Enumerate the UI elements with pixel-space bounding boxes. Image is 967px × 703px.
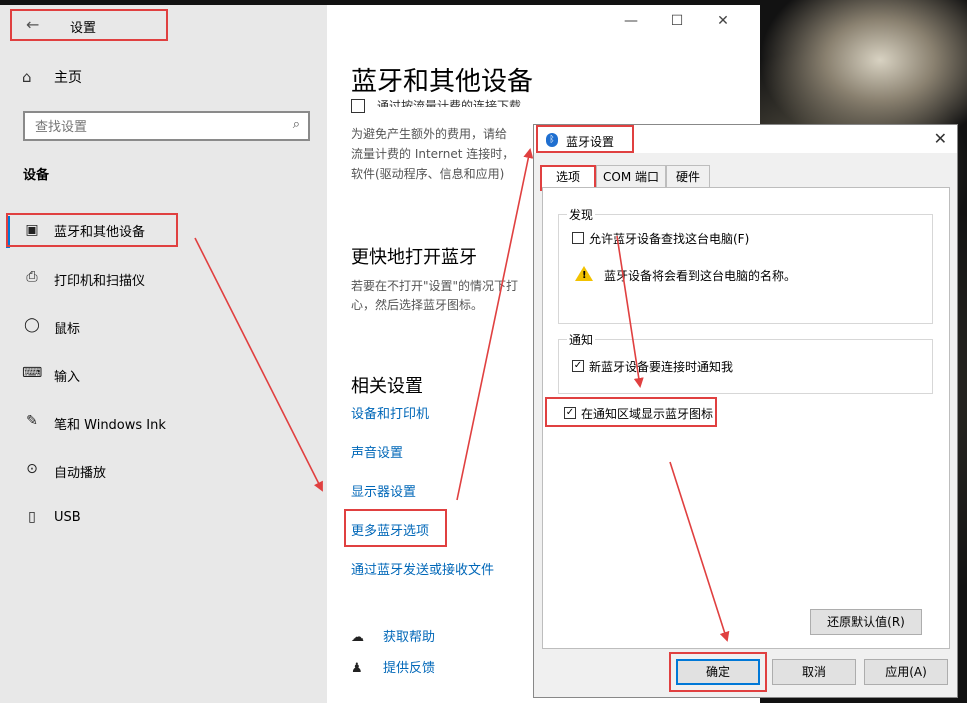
- sidebar-item-label: USB: [54, 510, 81, 525]
- sidebar-item-bluetooth[interactable]: ▣ 蓝牙和其他设备: [6, 213, 178, 247]
- pen-icon: ✎: [26, 413, 38, 429]
- sidebar-item-mouse[interactable]: ◯ 鼠标: [0, 310, 327, 344]
- sidebar-item-label: 鼠标: [54, 322, 81, 337]
- feedback-row[interactable]: ♟ 提供反馈: [351, 657, 435, 676]
- sidebar-item-typing[interactable]: ⌨ 输入: [0, 358, 327, 392]
- printer-icon: ⎙: [26, 269, 38, 285]
- metered-desc-line: 软件(驱动程序、信息和应用): [351, 167, 505, 181]
- restore-defaults-button[interactable]: 还原默认值(R): [810, 609, 922, 635]
- keyboard-icon: ⌨: [22, 365, 43, 381]
- notify-connect-label: 新蓝牙设备要连接时通知我: [589, 360, 734, 374]
- tab-com-ports[interactable]: COM 端口: [596, 165, 666, 187]
- home-label: 主页: [54, 70, 82, 86]
- back-arrow-icon[interactable]: ←: [26, 15, 39, 34]
- maximize-button[interactable]: ☐: [654, 13, 700, 29]
- titlebar-back-highlight: ← 设置: [10, 9, 168, 41]
- page-title: 蓝牙和其他设备: [351, 67, 534, 97]
- notify-connect-checkbox[interactable]: ✓: [572, 360, 584, 372]
- search-icon[interactable]: ⌕: [293, 117, 300, 132]
- bluetooth-devices-icon: ▣: [25, 222, 39, 238]
- link-display-settings[interactable]: 显示器设置: [351, 481, 416, 500]
- search-input[interactable]: [25, 113, 277, 141]
- sidebar-item-label: 打印机和扫描仪: [54, 274, 146, 289]
- window-controls: — ☐ ✕: [608, 13, 746, 29]
- discovery-group: 发现 允许蓝牙设备查找这台电脑(F) ! 蓝牙设备将会看到这台电脑的名称。: [558, 206, 933, 324]
- window-title: 设置: [70, 21, 97, 36]
- link-more-bluetooth-options[interactable]: 更多蓝牙选项: [351, 520, 429, 539]
- quick-desc-line: 若要在不打开"设置"的情况下打: [351, 279, 519, 293]
- search-box[interactable]: ⌕: [23, 111, 310, 141]
- feedback-icon: ♟: [351, 661, 363, 676]
- apply-button[interactable]: 应用(A): [864, 659, 948, 685]
- link-sound-settings[interactable]: 声音设置: [351, 442, 403, 461]
- tab-hardware[interactable]: 硬件: [666, 165, 710, 187]
- notify-group: 通知 ✓ 新蓝牙设备要连接时通知我: [558, 331, 933, 394]
- warning-text: 蓝牙设备将会看到这台电脑的名称。: [604, 269, 797, 283]
- section-label-devices: 设备: [23, 168, 50, 183]
- feedback-label: 提供反馈: [383, 661, 436, 676]
- get-help-row[interactable]: ☁ 获取帮助: [351, 626, 435, 645]
- tray-icon-highlight: [545, 397, 717, 427]
- minimize-button[interactable]: —: [608, 13, 654, 29]
- help-chat-icon: ☁: [351, 630, 364, 645]
- metered-desc-line: 流量计费的 Internet 连接时，: [351, 147, 515, 161]
- cancel-button[interactable]: 取消: [772, 659, 856, 685]
- sidebar-item-home[interactable]: ⌂ 主页: [22, 67, 82, 87]
- sidebar-item-label: 自动播放: [54, 466, 107, 481]
- sidebar-item-autoplay[interactable]: ⊙ 自动播放: [0, 454, 327, 488]
- sidebar-item-printers[interactable]: ⎙ 打印机和扫描仪: [0, 262, 327, 296]
- metered-desc-line: 为避免产生额外的费用，请给: [351, 127, 508, 141]
- bluetooth-icon: ᛒ: [546, 133, 558, 147]
- sidebar-item-pen[interactable]: ✎ 笔和 Windows Ink: [0, 406, 327, 440]
- dialog-title-highlight: ᛒ 蓝牙设置: [536, 125, 634, 153]
- usb-icon: ▯: [28, 509, 36, 525]
- get-help-label: 获取帮助: [383, 630, 436, 645]
- link-send-receive-bluetooth[interactable]: 通过蓝牙发送或接收文件: [351, 559, 494, 578]
- notify-legend: 通知: [567, 331, 596, 348]
- discovery-legend: 发现: [567, 206, 596, 223]
- sidebar-item-label: 笔和 Windows Ink: [54, 418, 166, 433]
- dialog-close-icon[interactable]: ✕: [934, 129, 947, 148]
- metered-download-label: 通过按流量计费的连接下载: [377, 99, 522, 107]
- allow-discovery-checkbox[interactable]: [572, 232, 584, 244]
- allow-discovery-label: 允许蓝牙设备查找这台电脑(F): [589, 232, 750, 246]
- quick-bluetooth-heading: 更快地打开蓝牙: [351, 247, 477, 268]
- sidebar-item-label: 蓝牙和其他设备: [54, 225, 146, 240]
- autoplay-icon: ⊙: [26, 461, 38, 477]
- link-devices-printers[interactable]: 设备和打印机: [351, 403, 429, 422]
- mouse-icon: ◯: [24, 317, 40, 333]
- close-button[interactable]: ✕: [700, 13, 746, 29]
- ok-button[interactable]: 确定: [676, 659, 760, 685]
- dialog-titlebar: ᛒ 蓝牙设置 ✕: [534, 125, 957, 153]
- bluetooth-settings-dialog: ᛒ 蓝牙设置 ✕ 选项 COM 端口 硬件 发现 允许蓝牙设备查找这台电脑(F)…: [533, 124, 958, 698]
- metered-download-checkbox[interactable]: [351, 99, 365, 113]
- warning-icon-mark: !: [582, 270, 587, 281]
- home-icon: ⌂: [22, 68, 32, 86]
- quick-desc-line: 心，然后选择蓝牙图标。: [351, 298, 484, 312]
- sidebar-item-label: 输入: [54, 370, 81, 385]
- settings-sidebar: ← 设置 ⌂ 主页 ⌕ 设备 ▣ 蓝牙和其他设备 ⎙ 打印机和扫描仪 ◯ 鼠标 ⌨…: [0, 5, 327, 703]
- related-settings-heading: 相关设置: [351, 376, 423, 397]
- dialog-title: 蓝牙设置: [566, 135, 615, 149]
- sidebar-item-usb[interactable]: ▯ USB: [0, 502, 327, 536]
